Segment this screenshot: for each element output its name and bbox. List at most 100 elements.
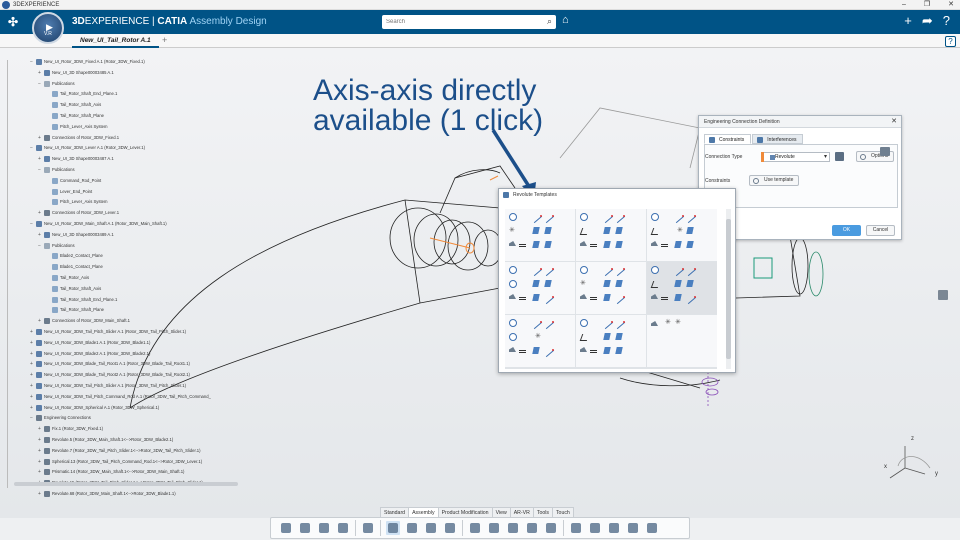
tree-node[interactable]: + New_UI_3D Shape00003487 A.1 (38, 155, 114, 163)
ok-button[interactable]: OK (832, 225, 861, 236)
tree-node[interactable]: + Connections of Rotor_3DW_Main_Shaft.1 (38, 317, 130, 325)
tree-node[interactable]: Tail_Rotor_Axis (46, 274, 89, 282)
tree-toggle[interactable]: − (30, 220, 35, 228)
tree-toggle[interactable]: + (38, 436, 43, 444)
clash-icon[interactable] (506, 521, 520, 535)
settings-icon[interactable] (361, 521, 375, 535)
lock-icon[interactable] (835, 152, 844, 161)
share-icon[interactable]: ➦ (922, 13, 933, 29)
compass-widget[interactable]: ▶ V.R (32, 12, 64, 44)
tab-interferences[interactable]: Interferences (752, 134, 804, 144)
command-tab[interactable]: View (491, 507, 511, 517)
section-icon[interactable] (525, 521, 539, 535)
tree-horizontal-scrollbar[interactable] (14, 482, 238, 486)
close-button[interactable]: ✕ (948, 0, 954, 10)
tree-node[interactable]: + Connections of Rotor_3DW_Fixed.1 (38, 134, 119, 142)
ds-logo-icon[interactable]: ✣ (8, 15, 18, 29)
tree-toggle[interactable]: + (38, 447, 43, 455)
render-icon[interactable] (607, 521, 621, 535)
snap-icon[interactable] (424, 521, 438, 535)
template-cell[interactable] (576, 209, 646, 261)
annotate-icon[interactable] (626, 521, 640, 535)
template-cell[interactable]: ✳ ✳ (647, 315, 717, 367)
context-help-icon[interactable]: ? (945, 36, 956, 47)
use-template-button[interactable]: Use template (749, 175, 800, 186)
template-cell[interactable]: ✳ (576, 262, 646, 314)
tree-toggle[interactable]: + (38, 69, 43, 77)
tree-toggle[interactable]: − (30, 414, 35, 422)
connection-type-select[interactable]: Revolute (761, 152, 830, 162)
tree-toggle[interactable]: − (38, 242, 43, 250)
restore-button[interactable]: ❐ (924, 0, 930, 10)
tree-toggle[interactable]: + (38, 458, 43, 466)
tree-node[interactable]: Tail_Rotor_Shaft_Axis (46, 285, 101, 293)
tree-node[interactable]: − Publications (38, 80, 75, 88)
template-cell[interactable] (505, 262, 575, 314)
paste-icon[interactable] (317, 521, 331, 535)
tree-toggle[interactable]: − (38, 80, 43, 88)
template-cell[interactable]: ✳ (647, 209, 717, 261)
add-tab-button[interactable]: + (162, 35, 167, 45)
tree-toggle[interactable]: + (30, 393, 35, 401)
tree-node[interactable]: + Revolute.68 (Rotor_3DW_Main_Shaft.1<-->… (38, 490, 176, 498)
move-icon[interactable] (405, 521, 419, 535)
tree-node[interactable]: Pitch_Lever_Axis System (46, 198, 107, 206)
template-cell[interactable] (647, 262, 717, 314)
tree-node[interactable]: Tail_Rotor_Shaft_End_Plane.1 (46, 296, 117, 304)
tree-node[interactable]: + New_UI_3D Shape00003489 A.1 (38, 231, 114, 239)
tree-node[interactable]: − Publications (38, 242, 75, 250)
search-input[interactable] (382, 15, 532, 29)
add-icon[interactable]: + (904, 13, 912, 29)
template-cell[interactable]: ✳ (505, 315, 575, 367)
tree-node[interactable]: Tail_Rotor_Shaft_Plane (46, 306, 104, 314)
command-tab[interactable]: AR-VR (509, 507, 534, 517)
tree-node[interactable]: − New_UI_Rotor_3DW_Fixed A.1 (Rotor_3DW_F… (30, 58, 145, 66)
template-cell[interactable] (576, 315, 646, 367)
tree-node[interactable]: Lever_End_Point (46, 188, 92, 196)
side-panel-icon[interactable] (938, 290, 948, 300)
tree-toggle[interactable]: + (38, 425, 43, 433)
command-tab[interactable]: Tools (532, 507, 553, 517)
tree-node[interactable]: + New_UI_Rotor_3DW_Blade_Tail_Root1 A.1 (… (30, 360, 190, 368)
specification-tree[interactable]: − New_UI_Rotor_3DW_Fixed A.1 (Rotor_3DW_F… (22, 56, 240, 498)
tree-node[interactable]: + Revolute.7 (Rotor_3DW_Tail_Pitch_Slider… (38, 447, 201, 455)
tree-toggle[interactable]: + (38, 134, 43, 142)
tree-node[interactable]: Tail_Rotor_Shaft_Axis (46, 101, 101, 109)
tree-node[interactable]: + New_UI_Rotor_3DW_Spherical A.1 (Rotor_3… (30, 404, 159, 412)
cut-icon[interactable] (279, 521, 293, 535)
tree-node[interactable]: + New_UI_3D Shape00003485 A.1 (38, 69, 114, 77)
templates-scroll-thumb[interactable] (726, 219, 731, 359)
tree-node[interactable]: + Revolute.5 (Rotor_3DW_Main_Shaft.1<-->R… (38, 436, 173, 444)
publish-icon[interactable] (588, 521, 602, 535)
compass-icon[interactable] (569, 521, 583, 535)
tree-toggle[interactable]: + (38, 155, 43, 163)
measure-icon[interactable] (544, 521, 558, 535)
robot-icon[interactable] (645, 521, 659, 535)
tree-node[interactable]: − New_UI_Rotor_3DW_Lever A.1 (Rotor_3DW_L… (30, 144, 145, 152)
command-tab[interactable]: Assembly (408, 507, 439, 517)
explode-icon[interactable] (487, 521, 501, 535)
tree-node[interactable]: Command_Rod_Point (46, 177, 101, 185)
undo-icon[interactable] (336, 521, 350, 535)
tree-toggle[interactable]: + (38, 209, 43, 217)
tree-node[interactable]: Blade1_Contact_Plane (46, 263, 103, 271)
help-icon[interactable]: ? (943, 13, 950, 29)
minimize-button[interactable]: – (902, 0, 906, 10)
tree-toggle[interactable]: − (38, 166, 43, 174)
tree-toggle[interactable]: + (30, 328, 35, 336)
tree-node[interactable]: + New_UI_Rotor_3DW_Tail_Pitch_Command_Rod… (30, 393, 211, 401)
tree-node[interactable]: + New_UI_Rotor_3DW_Blade2 A.1 (Rotor_3DW_… (30, 350, 150, 358)
tree-node[interactable]: + New_UI_Rotor_3DW_Tail_Pitch_Slider A.1 … (30, 382, 186, 390)
tag-icon[interactable]: ⌂ (562, 14, 569, 26)
tree-toggle[interactable]: − (30, 58, 35, 66)
copy-icon[interactable] (298, 521, 312, 535)
tree-toggle[interactable]: + (38, 231, 43, 239)
tree-node[interactable]: + New_UI_Rotor_3DW_Tail_Pitch_Slider A.1 … (30, 328, 186, 336)
search-box[interactable]: ⌕ (382, 15, 556, 29)
tree-node[interactable]: + Fix.1 (Rotor_3DW_Fixed.1) (38, 425, 103, 433)
search-icon[interactable]: ⌕ (547, 16, 552, 27)
templates-scrollbar[interactable] (726, 209, 731, 369)
tree-node[interactable]: − New_UI_Rotor_3DW_Main_Shaft A.1 (Rotor_… (30, 220, 167, 228)
tree-node[interactable]: Tail_Rotor_Shaft_End_Plane.1 (46, 90, 117, 98)
fix-icon[interactable] (468, 521, 482, 535)
